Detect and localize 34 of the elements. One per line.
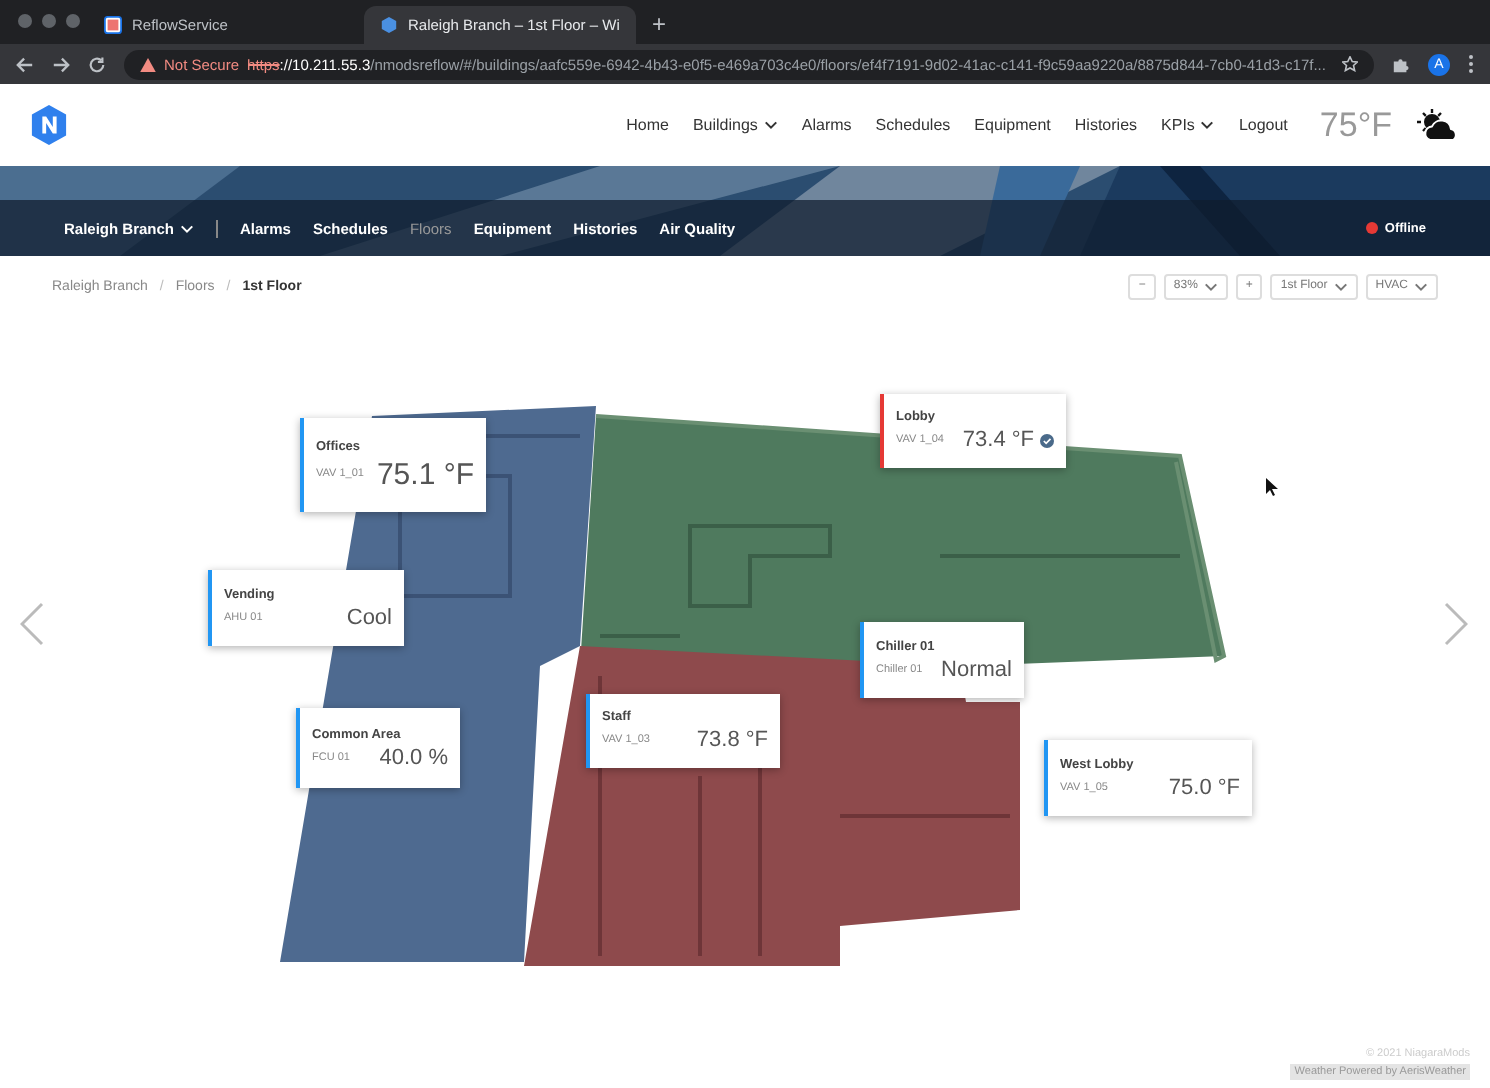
zone-value: Cool [346, 605, 392, 629]
tab-favicon-icon [104, 16, 122, 34]
logo-icon[interactable] [30, 104, 68, 146]
zone-value: 73.8 °F [696, 728, 768, 752]
zone-value: Normal [941, 657, 1012, 681]
star-icon[interactable] [1342, 56, 1358, 72]
warning-icon [140, 57, 156, 71]
new-tab-button[interactable]: + [640, 10, 679, 44]
nav-link[interactable]: Schedules [875, 116, 951, 134]
temperature-text: 75°F [1319, 105, 1392, 145]
nav-link[interactable]: Buildings [692, 116, 778, 134]
nav-link[interactable]: KPIs [1161, 116, 1215, 134]
zone-value: 75.0 °F [1168, 775, 1240, 799]
back-icon[interactable] [16, 55, 34, 73]
hexagon-icon [380, 16, 398, 34]
nav-link[interactable]: Home [626, 116, 669, 134]
zone-value: 40.0 % [379, 745, 448, 769]
zone-value: 73.4 °F [962, 428, 1034, 452]
nav-link[interactable]: Alarms [801, 116, 852, 134]
zone-value: 75.1 °F [376, 457, 474, 491]
more-icon[interactable] [1468, 54, 1474, 74]
caret-icon [1414, 281, 1428, 291]
nav-link[interactable]: Logout [1238, 116, 1288, 134]
reload-icon[interactable] [88, 55, 106, 73]
cursor-icon [1266, 478, 1278, 496]
offline-icon [1366, 222, 1379, 234]
caret-icon [1333, 281, 1348, 291]
caret-icon [1203, 281, 1218, 291]
nav-link[interactable]: Equipment [974, 116, 1051, 134]
caret-icon [180, 223, 195, 233]
forward-icon[interactable] [52, 55, 70, 73]
nav-link[interactable]: Histories [1074, 116, 1138, 134]
sun-cloud-icon [1416, 108, 1460, 142]
puzzle-icon[interactable] [1392, 55, 1410, 73]
